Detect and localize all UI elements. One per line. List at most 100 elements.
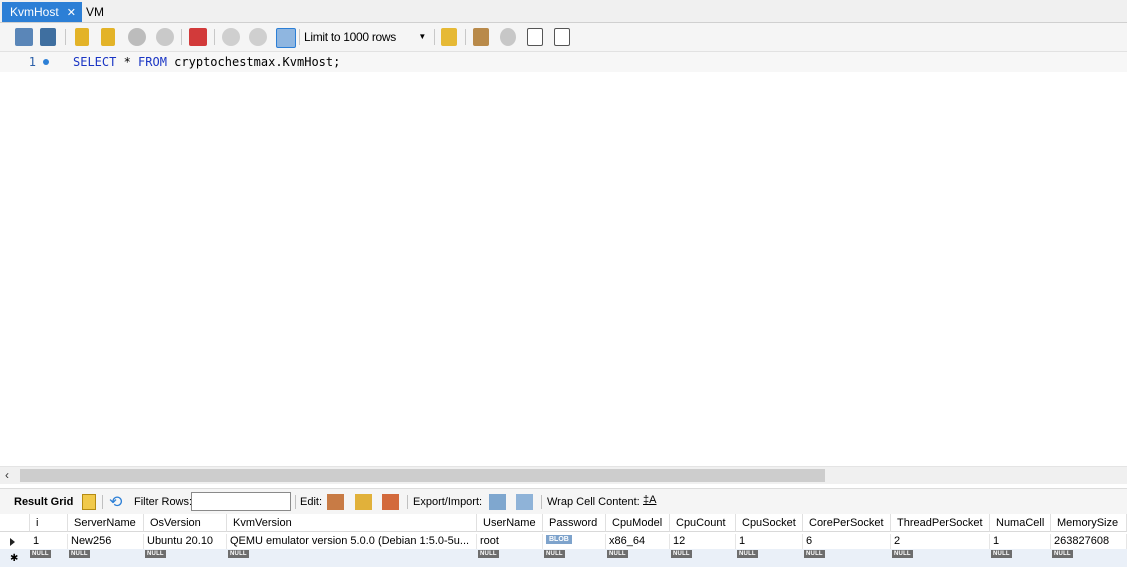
grid-view-icon[interactable] <box>82 494 96 510</box>
export-import-label: Export/Import: <box>413 496 483 508</box>
scroll-left-icon[interactable]: ‹ <box>5 468 9 482</box>
null-badge[interactable]: NULL <box>478 550 499 558</box>
delete-row-icon[interactable] <box>382 494 399 510</box>
cell-cpusocket[interactable]: 1 <box>736 534 803 549</box>
null-badge[interactable]: NULL <box>607 550 628 558</box>
cell-corepersocket[interactable]: 6 <box>803 534 891 549</box>
sql-keyword-select: SELECT <box>73 55 117 69</box>
result-grid-label[interactable]: Result Grid <box>14 496 73 508</box>
sql-keyword-from: FROM <box>138 55 167 69</box>
null-badge[interactable]: NULL <box>892 550 913 558</box>
rollback-icon[interactable] <box>249 28 267 46</box>
null-badge[interactable]: NULL <box>1052 550 1073 558</box>
edit-row-icon[interactable] <box>327 494 344 510</box>
export-icon[interactable] <box>489 494 506 510</box>
column-header-servername[interactable]: ServerName <box>68 514 144 532</box>
null-badge[interactable]: NULL <box>671 550 692 558</box>
result-grid[interactable]: i ServerName OsVersion KvmVersion UserNa… <box>0 514 1127 567</box>
add-snippet-icon[interactable] <box>441 28 457 46</box>
tab-kvmhost[interactable]: KvmHost ✕ <box>2 2 82 22</box>
row-header-corner <box>0 514 30 532</box>
cell-username[interactable]: root <box>477 534 543 549</box>
beautify-icon[interactable] <box>473 28 489 46</box>
import-icon[interactable] <box>516 494 533 510</box>
autocommit-icon[interactable] <box>276 28 296 48</box>
cell-threadpersocket[interactable]: 2 <box>891 534 990 549</box>
tab-kvmhost-label: KvmHost <box>10 5 59 19</box>
filter-rows-label: Filter Rows: <box>134 496 193 508</box>
toolbar-separator <box>407 495 408 509</box>
cell-memorysize[interactable]: 263827608 <box>1051 534 1127 549</box>
cell-kvmversion[interactable]: QEMU emulator version 5.0.0 (Debian 1:5.… <box>227 534 477 549</box>
explain-icon[interactable] <box>128 28 146 46</box>
new-row-marker-icon: ✱ <box>10 553 19 564</box>
wrap-lines-icon[interactable] <box>554 28 570 46</box>
cell-numacell[interactable]: 1 <box>990 534 1051 549</box>
result-toolbar: Result Grid ⟲ Filter Rows: Edit: Export/… <box>0 488 1127 516</box>
null-badge[interactable]: NULL <box>69 550 90 558</box>
execute-current-icon[interactable] <box>101 28 115 46</box>
null-badge[interactable]: NULL <box>145 550 166 558</box>
limit-rows-label: Limit to 1000 rows <box>304 30 396 44</box>
toolbar-separator <box>65 29 66 45</box>
toolbar-separator <box>102 495 103 509</box>
blob-badge[interactable]: BLOB <box>546 535 572 544</box>
toolbar-separator <box>181 29 182 45</box>
stop-icon[interactable] <box>156 28 174 46</box>
add-row-icon[interactable] <box>355 494 372 510</box>
tab-vm[interactable]: VM <box>78 2 112 22</box>
toolbar-separator <box>541 495 542 509</box>
statement-marker-icon <box>43 59 49 65</box>
wrap-cell-label: Wrap Cell Content: <box>547 496 640 508</box>
editor-horizontal-scrollbar[interactable]: ‹ <box>0 466 1127 484</box>
column-header-cpusocket[interactable]: CpuSocket <box>736 514 803 532</box>
refresh-icon[interactable]: ⟲ <box>109 492 125 511</box>
null-badge[interactable]: NULL <box>737 550 758 558</box>
column-header-kvmversion[interactable]: KvmVersion <box>227 514 477 532</box>
null-badge[interactable]: NULL <box>30 550 51 558</box>
toolbar-separator <box>299 29 300 45</box>
commit-icon[interactable] <box>222 28 240 46</box>
cell-i[interactable]: 1 <box>30 534 68 549</box>
save-icon[interactable] <box>40 28 56 46</box>
null-badge[interactable]: NULL <box>544 550 565 558</box>
find-icon[interactable] <box>500 28 516 46</box>
tab-vm-label: VM <box>86 5 104 19</box>
edit-label: Edit: <box>300 496 323 508</box>
close-icon[interactable]: ✕ <box>67 7 76 19</box>
sql-table-name: cryptochestmax.KvmHost; <box>166 55 341 69</box>
column-header-threadpersocket[interactable]: ThreadPerSocket <box>891 514 990 532</box>
filter-rows-input[interactable] <box>191 492 291 511</box>
column-header-osversion[interactable]: OsVersion <box>144 514 227 532</box>
column-header-username[interactable]: UserName <box>477 514 543 532</box>
cell-cpucount[interactable]: 12 <box>670 534 736 549</box>
column-header-cpumodel[interactable]: CpuModel <box>606 514 670 532</box>
sql-statement[interactable]: SELECT * FROM cryptochestmax.KvmHost; <box>73 55 340 69</box>
cell-servername[interactable]: New256 <box>68 534 144 549</box>
open-file-icon[interactable] <box>15 28 33 46</box>
column-header-password[interactable]: Password <box>543 514 606 532</box>
limit-rows-select[interactable]: Limit to 1000 rows ▼ <box>304 27 428 47</box>
toolbar-separator <box>465 29 466 45</box>
execute-icon[interactable] <box>75 28 89 46</box>
column-header-memorysize[interactable]: MemorySize <box>1051 514 1127 532</box>
sql-editor[interactable]: 1 SELECT * FROM cryptochestmax.KvmHost; <box>0 52 1127 466</box>
chevron-down-icon: ▼ <box>418 32 426 41</box>
column-header-i[interactable]: i <box>30 514 68 532</box>
cell-cpumodel[interactable]: x86_64 <box>606 534 670 549</box>
toolbar-separator <box>214 29 215 45</box>
toolbar-separator <box>295 495 296 509</box>
query-tab-bar: KvmHost ✕ VM <box>0 0 1127 23</box>
column-header-corepersocket[interactable]: CorePerSocket <box>803 514 891 532</box>
null-badge[interactable]: NULL <box>228 550 249 558</box>
column-header-cpucount[interactable]: CpuCount <box>670 514 736 532</box>
scrollbar-thumb[interactable] <box>20 469 825 482</box>
column-header-numacell[interactable]: NumaCell <box>990 514 1051 532</box>
invisible-chars-icon[interactable] <box>527 28 543 46</box>
null-badge[interactable]: NULL <box>991 550 1012 558</box>
toggle-error-icon[interactable] <box>189 28 207 46</box>
null-badge[interactable]: NULL <box>804 550 825 558</box>
sql-text: * <box>116 55 139 69</box>
cell-osversion[interactable]: Ubuntu 20.10 <box>144 534 227 549</box>
wrap-cell-icon[interactable]: ‡A <box>643 494 659 510</box>
